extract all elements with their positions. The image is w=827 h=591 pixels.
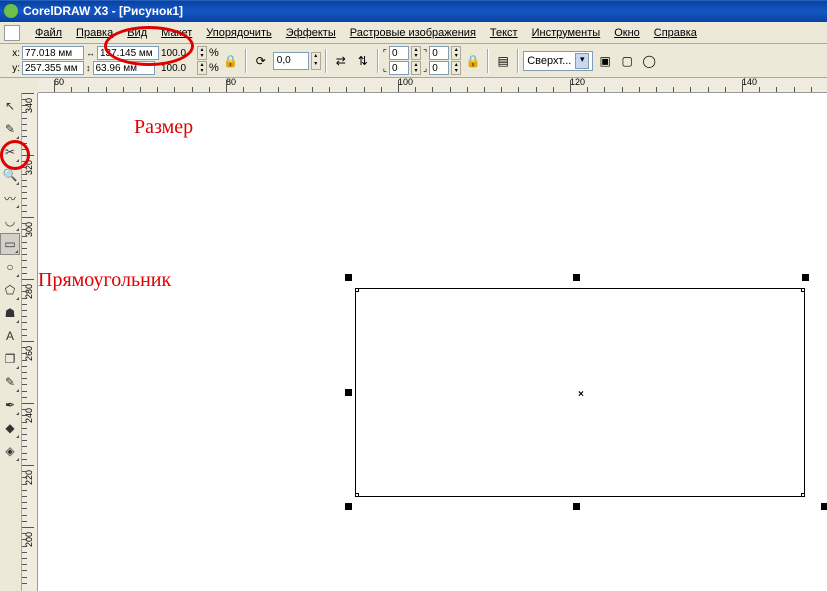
- pct-label-2: %: [209, 62, 219, 74]
- handle-br[interactable]: [821, 503, 827, 510]
- menu-effects[interactable]: Эффекты: [279, 25, 343, 41]
- x-position-input[interactable]: [22, 46, 84, 60]
- scale-y-spinner[interactable]: ▴▾: [197, 61, 207, 75]
- ruler-h-label: 120: [570, 78, 585, 87]
- handle-tr[interactable]: [802, 274, 809, 281]
- tool-polygon[interactable]: ⬠: [0, 279, 20, 301]
- menu-arrange[interactable]: Упорядочить: [199, 25, 278, 41]
- scale-y-value: 100.0: [161, 63, 195, 74]
- hint-label: Сверхт...: [527, 55, 571, 67]
- menu-layout[interactable]: Макет: [154, 25, 199, 41]
- menu-bitmaps[interactable]: Растровые изображения: [343, 25, 483, 41]
- ruler-horizontal: 60 80 100 120 140: [38, 78, 827, 93]
- corner-tl-spinner[interactable]: ▴▾: [411, 46, 421, 60]
- height-icon: ↕: [86, 63, 91, 73]
- annotation-rect-label: Прямоугольник: [38, 269, 171, 292]
- convert-icon[interactable]: ◯: [639, 51, 659, 71]
- node-tl[interactable]: [355, 288, 359, 292]
- tool-interactive[interactable]: ❐: [0, 348, 20, 370]
- hint-dropdown[interactable]: Сверхт... ▾: [523, 51, 593, 71]
- corner-tr-icon: ⌝: [423, 48, 427, 59]
- tool-pick[interactable]: ↖: [0, 95, 20, 117]
- window-title: CorelDRAW X3 - [Рисунок1]: [23, 4, 183, 18]
- handle-tl[interactable]: [345, 274, 352, 281]
- handle-bl[interactable]: [345, 503, 352, 510]
- corner-br-input[interactable]: [429, 61, 449, 75]
- corner-tr-input[interactable]: [429, 46, 449, 60]
- menubar: Файл Правка Вид Макет Упорядочить Эффект…: [0, 22, 827, 44]
- tool-rectangle[interactable]: ▭: [0, 233, 20, 255]
- height-input[interactable]: [93, 61, 155, 75]
- tool-text[interactable]: A: [0, 325, 20, 347]
- ruler-h-label: 80: [226, 78, 236, 87]
- ruler-vertical: 340320300280260240220200: [22, 93, 38, 591]
- property-bar: x: y: ↔ ↕ 100.0 ▴▾ % 100.0 ▴▾ % 🔒 ⟳: [0, 44, 827, 78]
- tool-shape[interactable]: ✎: [0, 118, 20, 140]
- corner-tr-spinner[interactable]: ▴▾: [451, 46, 461, 60]
- menu-help[interactable]: Справка: [647, 25, 704, 41]
- width-icon: ↔: [86, 48, 95, 58]
- corner-br-icon: ⌟: [423, 63, 427, 74]
- corner-tl-icon: ⌜: [383, 48, 387, 59]
- corner-br-spinner[interactable]: ▴▾: [451, 61, 461, 75]
- document-icon[interactable]: [4, 25, 20, 41]
- pct-label: %: [209, 47, 219, 59]
- handle-tm[interactable]: [573, 274, 580, 281]
- ruler-h-label: 140: [742, 78, 757, 87]
- lock-ratio-icon[interactable]: 🔒: [221, 51, 241, 71]
- mirror-v-icon[interactable]: ⇅: [353, 51, 373, 71]
- rotate-icon: ⟳: [251, 51, 271, 71]
- menu-view[interactable]: Вид: [120, 25, 154, 41]
- handle-ml[interactable]: [345, 389, 352, 396]
- app-icon: [4, 4, 18, 18]
- tool-basic-shapes[interactable]: ☗: [0, 302, 20, 324]
- tool-fill[interactable]: ◆: [0, 417, 20, 439]
- rotation-input[interactable]: [273, 52, 309, 70]
- tool-outline[interactable]: ✒: [0, 394, 20, 416]
- tool-interactive-fill[interactable]: ◈: [0, 440, 20, 462]
- wrap-text-icon[interactable]: ▤: [493, 51, 513, 71]
- node-br[interactable]: [801, 493, 805, 497]
- annotation-size-label: Размер: [134, 116, 193, 139]
- corner-tl-input[interactable]: [389, 46, 409, 60]
- tool-crop[interactable]: ✂: [0, 141, 20, 163]
- node-tr[interactable]: [801, 288, 805, 292]
- scale-x-value: 100.0: [161, 48, 195, 59]
- tool-zoom[interactable]: 🔍: [0, 164, 20, 186]
- menu-edit[interactable]: Правка: [69, 25, 120, 41]
- x-label: x:: [6, 48, 20, 59]
- tool-ellipse[interactable]: ○: [0, 256, 20, 278]
- width-input[interactable]: [97, 46, 159, 60]
- y-label: y:: [6, 63, 20, 74]
- lock-corners-icon[interactable]: 🔒: [463, 51, 483, 71]
- to-back-icon[interactable]: ▢: [617, 51, 637, 71]
- tool-freehand[interactable]: 〰: [0, 187, 20, 209]
- menu-window[interactable]: Окно: [607, 25, 647, 41]
- node-bl[interactable]: [355, 493, 359, 497]
- tool-smart[interactable]: ◡: [0, 210, 20, 232]
- handle-bm[interactable]: [573, 503, 580, 510]
- menu-tools[interactable]: Инструменты: [525, 25, 608, 41]
- to-front-icon[interactable]: ▣: [595, 51, 615, 71]
- canvas[interactable]: × Размер Прямоугольник: [38, 93, 827, 591]
- scale-x-spinner[interactable]: ▴▾: [197, 46, 207, 60]
- chevron-down-icon[interactable]: ▾: [575, 53, 589, 69]
- corner-bl-icon: ⌞: [383, 63, 387, 74]
- mirror-h-icon[interactable]: ⇄: [331, 51, 351, 71]
- corner-bl-spinner[interactable]: ▴▾: [411, 61, 421, 75]
- ruler-h-label: 60: [54, 78, 64, 87]
- titlebar: CorelDRAW X3 - [Рисунок1]: [0, 0, 827, 22]
- rotation-spinner[interactable]: ▴▾: [311, 52, 321, 70]
- menu-text[interactable]: Текст: [483, 25, 525, 41]
- tool-eyedropper[interactable]: ✎: [0, 371, 20, 393]
- y-position-input[interactable]: [22, 61, 84, 75]
- menu-file[interactable]: Файл: [28, 25, 69, 41]
- toolbox: ↖✎✂🔍〰◡▭○⬠☗A❐✎✒◆◈: [0, 93, 22, 591]
- ruler-h-label: 100: [398, 78, 413, 87]
- center-marker[interactable]: ×: [578, 389, 584, 400]
- corner-bl-input[interactable]: [389, 61, 409, 75]
